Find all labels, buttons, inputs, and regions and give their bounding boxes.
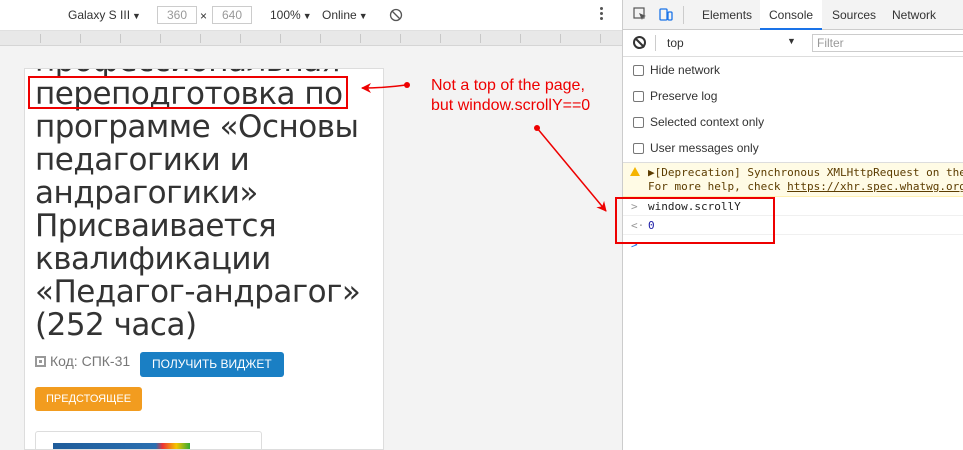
course-code: Код: СПК-31 (35, 353, 130, 369)
setting-label: Selected context only (650, 115, 765, 129)
setting-label: User messages only (650, 141, 759, 155)
checkbox[interactable] (633, 142, 644, 154)
device-select[interactable]: Galaxy S III ▼ (68, 8, 141, 22)
devtools-tab-bar: Elements Console Sources Network (623, 0, 963, 30)
warning-icon (630, 167, 640, 176)
course-card[interactable] (35, 431, 262, 449)
qr-icon (35, 355, 46, 367)
context-select[interactable]: top (667, 36, 684, 50)
warning-link[interactable]: https://xhr.spec.whatwg.org (787, 180, 963, 193)
divider (655, 35, 656, 51)
course-image (53, 443, 190, 449)
more-options-icon[interactable] (600, 7, 604, 22)
chevron-down-icon[interactable]: ▼ (787, 36, 796, 46)
zoom-select-label: 100% (270, 8, 301, 22)
tab-network[interactable]: Network (892, 8, 936, 22)
network-throttle-select[interactable]: Online ▼ (322, 8, 368, 22)
chevron-down-icon: ▼ (302, 11, 312, 21)
clear-console-icon[interactable] (633, 36, 646, 49)
title-line: «Педагог-андрагог» (35, 274, 361, 310)
title-line: андрагогики» (35, 175, 258, 211)
setting-label: Hide network (650, 63, 721, 77)
chevron-down-icon: ▼ (358, 11, 368, 21)
device-toolbar: Galaxy S III ▼ 360 × 640 100% ▼ Online ▼ (0, 0, 622, 31)
tab-sources[interactable]: Sources (832, 8, 876, 22)
setting-hide-network[interactable]: Hide network (633, 63, 720, 77)
device-toolbar-icon[interactable] (659, 7, 673, 21)
divider (683, 6, 684, 24)
console-settings: Hide network Preserve log Selected conte… (623, 57, 963, 163)
device-select-label: Galaxy S III (68, 8, 131, 22)
tab-elements[interactable]: Elements (702, 8, 752, 22)
annotation-line: but window.scrollY==0 (431, 97, 591, 114)
setting-selected-context-only[interactable]: Selected context only (633, 115, 764, 129)
height-input[interactable]: 640 (212, 6, 252, 24)
times-sign: × (200, 9, 208, 23)
warning-help-text: For more help, check (648, 180, 788, 193)
title-line: программе «Основы (35, 109, 359, 145)
checkbox[interactable] (633, 64, 644, 76)
rotate-icon[interactable] (389, 8, 403, 22)
highlight-box-heading (28, 76, 348, 109)
checkbox[interactable] (633, 90, 644, 102)
deprecation-warning: ▶[Deprecation] Synchronous XMLHttpReques… (623, 163, 963, 197)
chevron-down-icon: ▼ (132, 11, 141, 21)
zoom-select[interactable]: 100% ▼ (270, 8, 312, 22)
get-widget-button[interactable]: ПОЛУЧИТЬ ВИДЖЕТ (140, 352, 284, 377)
inspect-element-icon[interactable] (633, 7, 647, 21)
annotation-line: Not a top of the page, (431, 77, 585, 94)
warning-help-line: For more help, check https://xhr.spec.wh… (648, 180, 963, 193)
course-code-label: Код: СПК-31 (50, 353, 131, 369)
title-line: педагогики и (35, 142, 250, 178)
device-viewport[interactable]: профессиональная переподготовка по прогр… (24, 68, 384, 450)
status-badge: ПРЕДСТОЯЩЕЕ (35, 387, 143, 411)
console-filter-bar: top ▼ Filter (623, 30, 963, 57)
width-input[interactable]: 360 (157, 6, 197, 24)
setting-label: Preserve log (650, 89, 718, 103)
setting-user-messages-only[interactable]: User messages only (633, 141, 759, 155)
title-line: (252 часа) (35, 307, 197, 343)
course-title: профессиональная переподготовка по прогр… (35, 69, 365, 343)
filter-input[interactable]: Filter (812, 34, 963, 52)
network-select-label: Online (322, 8, 357, 22)
highlight-box-console (615, 197, 775, 244)
tab-console[interactable]: Console (760, 0, 823, 30)
ruler (0, 31, 622, 46)
device-emulation-area: Galaxy S III▼ 360 × 640 100%▼ Online▼ пр… (0, 0, 622, 450)
checkbox[interactable] (633, 116, 644, 128)
setting-preserve-log[interactable]: Preserve log (633, 89, 717, 103)
title-line: Присваивается (35, 208, 277, 244)
annotation-note: Not a top of the page, but window.scroll… (431, 76, 590, 116)
title-line: квалификации (35, 241, 271, 277)
warning-text: ▶[Deprecation] Synchronous XMLHttpReques… (648, 166, 963, 179)
